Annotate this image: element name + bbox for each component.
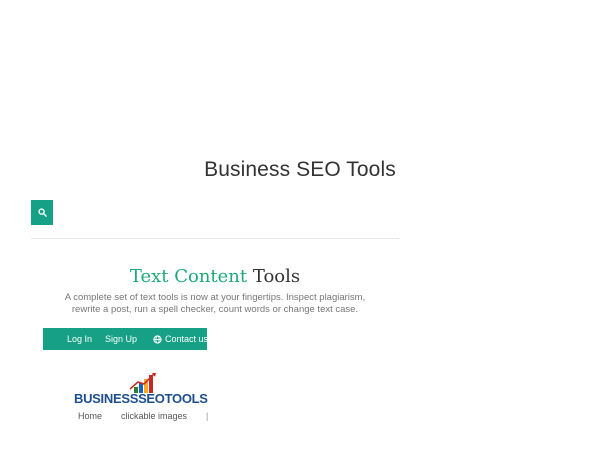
logo-text-seo: SEO [138,391,165,406]
section-title-rest: Tools [252,266,301,287]
section-title-accent: Text Content [129,266,248,287]
logo-text-business: BUSINESS [74,391,139,406]
contact-label: Contact us [165,334,207,344]
breadcrumb-separator: | [206,411,209,421]
contact-link[interactable]: Contact us [153,334,207,344]
section-description: A complete set of text tools is now at y… [64,292,366,315]
logo-text-tools: TOOLS [164,391,208,406]
breadcrumb-clickable-images[interactable]: clickable images [121,411,187,421]
divider [31,238,399,239]
logo-wordmark: BUSINESSSEOTOOLS [74,391,208,406]
site-title: Business SEO Tools [204,158,396,181]
section-title: Text Content Tools [30,266,400,287]
breadcrumb-home[interactable]: Home [78,411,102,421]
site-logo[interactable]: BUSINESSSEOTOOLS [74,373,208,407]
signup-link[interactable]: Sign Up [105,334,137,344]
search-button[interactable] [31,200,53,225]
top-navbar: Log In Sign Up Contact us [43,328,207,350]
login-link[interactable]: Log In [67,334,92,344]
search-icon [37,208,47,217]
globe-icon [153,334,162,344]
